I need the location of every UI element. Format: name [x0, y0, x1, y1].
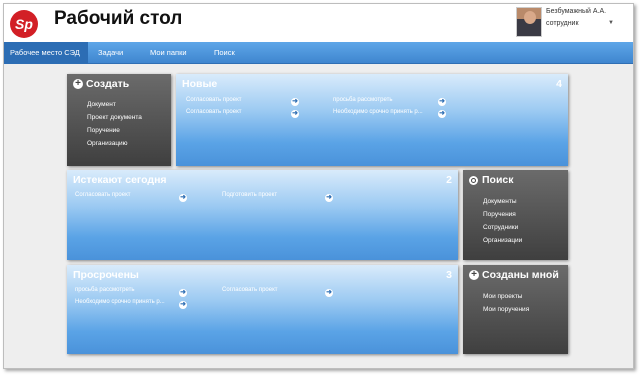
app-window: Sp Рабочий стол Безбумажный А.А. сотрудн… [3, 3, 634, 369]
task-link[interactable]: просьба рассмотреть [75, 287, 134, 293]
tile-title: Новые [182, 78, 218, 90]
create-draft-link[interactable]: Проект документа [87, 111, 142, 124]
arrow-right-circle-icon[interactable]: ➜ [179, 289, 187, 297]
app-logo[interactable]: Sp [10, 10, 38, 38]
task-link[interactable]: Необходимо срочно принять р... [75, 299, 165, 305]
tab-my-folders[interactable]: Мои папки [144, 42, 193, 64]
arrow-right-circle-icon[interactable]: ➜ [325, 289, 333, 297]
arrow-right-circle-icon[interactable]: ➜ [291, 110, 299, 118]
user-menu[interactable]: Безбумажный А.А. сотрудник ▼ [516, 7, 630, 37]
tile-create: + Создать Документ Проект документа Поруч… [67, 74, 171, 166]
task-link[interactable]: Необходимо срочно принять р... [333, 109, 423, 115]
header: Sp Рабочий стол Безбумажный А.А. сотрудн… [4, 4, 633, 42]
search-employees-link[interactable]: Сотрудники [483, 221, 522, 234]
arrow-right-circle-icon[interactable]: ➜ [438, 98, 446, 106]
arrow-right-circle-icon[interactable]: ➜ [179, 301, 187, 309]
tab-workplace[interactable]: Рабочее место СЭД [4, 42, 88, 64]
search-orders-link[interactable]: Поручения [483, 208, 522, 221]
user-role: сотрудник [546, 20, 579, 27]
tile-count: 4 [556, 78, 562, 90]
search-documents-link[interactable]: Документы [483, 195, 522, 208]
arrow-right-circle-icon[interactable]: ➜ [291, 98, 299, 106]
tab-tasks[interactable]: Задачи [92, 42, 129, 64]
avatar [516, 7, 542, 37]
tile-due-today[interactable]: Истекают сегодня 2 Согласовать проект ➜ … [67, 170, 458, 260]
task-link[interactable]: Подготовить проект [222, 192, 277, 198]
tile-overdue[interactable]: Просрочены 3 просьба рассмотреть ➜ Необх… [67, 265, 458, 354]
search-organizations-link[interactable]: Организации [483, 234, 522, 247]
create-organization-link[interactable]: Организацию [87, 137, 142, 150]
user-name: Безбумажный А.А. [546, 8, 607, 15]
create-document-link[interactable]: Документ [87, 98, 142, 111]
tile-count: 2 [446, 174, 452, 186]
task-link[interactable]: Согласовать проект [222, 287, 278, 293]
tile-title: Созданы мной [482, 269, 559, 281]
main-nav: Рабочее место СЭД Задачи Мои папки Поиск [4, 42, 633, 64]
task-link[interactable]: Согласовать проект [186, 97, 242, 103]
my-projects-link[interactable]: Мои проекты [483, 290, 529, 303]
tile-new[interactable]: Новые 4 Согласовать проект ➜ Согласовать… [176, 74, 568, 166]
create-order-link[interactable]: Поручение [87, 124, 142, 137]
plus-circle-icon: + [73, 79, 83, 89]
arrow-right-circle-icon[interactable]: ➜ [325, 194, 333, 202]
tab-search[interactable]: Поиск [208, 42, 241, 64]
arrow-right-circle-icon[interactable]: ➜ [179, 194, 187, 202]
task-link[interactable]: просьба рассмотреть [333, 97, 392, 103]
tile-title: Поиск [482, 174, 514, 186]
task-link[interactable]: Согласовать проект [186, 109, 242, 115]
caret-down-icon[interactable]: ▼ [608, 20, 614, 26]
my-orders-link[interactable]: Мои поручения [483, 303, 529, 316]
tile-count: 3 [446, 269, 452, 281]
tile-search: Поиск Документы Поручения Сотрудники Орг… [463, 170, 568, 260]
arrow-right-circle-icon[interactable]: ➜ [438, 110, 446, 118]
tile-title: Истекают сегодня [73, 174, 167, 186]
tile-title: Просрочены [73, 269, 139, 281]
page-title: Рабочий стол [54, 8, 183, 29]
tile-created-by-me: + Созданы мной Мои проекты Мои поручения [463, 265, 568, 354]
tile-title: Создать [86, 78, 130, 90]
task-link[interactable]: Согласовать проект [75, 192, 131, 198]
search-icon [469, 175, 478, 185]
plus-circle-icon: + [469, 270, 479, 280]
